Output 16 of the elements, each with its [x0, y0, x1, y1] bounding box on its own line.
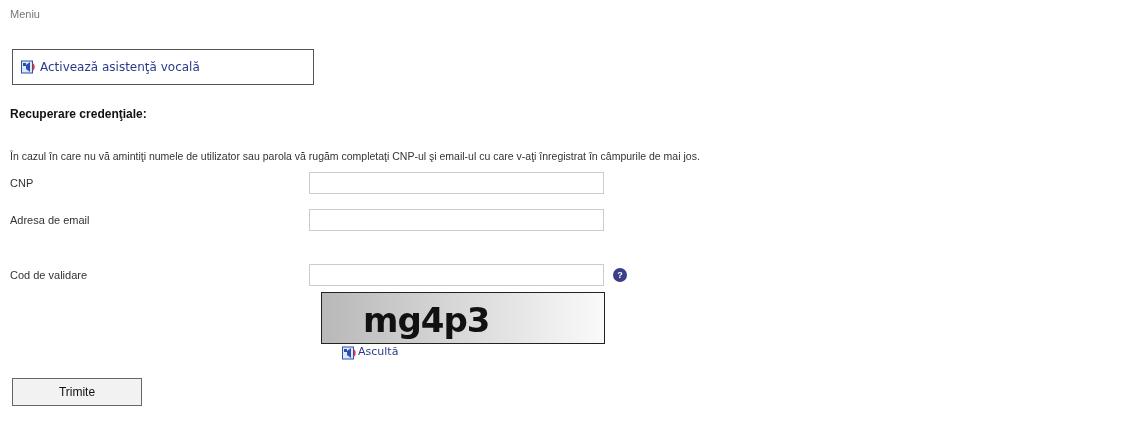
submit-button[interactable]: Trimite — [12, 378, 142, 406]
field-label: Cod de validare — [10, 268, 89, 283]
input-field[interactable] — [309, 209, 604, 232]
section-heading: Recuperare credenţiale: — [10, 105, 148, 123]
input-field[interactable] — [309, 172, 604, 195]
field-label: CNP — [10, 176, 35, 191]
captcha-image: mg4p3 — [321, 292, 605, 345]
instructions-text: În cazul în care nu vă amintiţi numele de utilizator sau parola vă rugăm completaţi CNP-ul şi email-ul cu care v-aţi înregistrat în câmpurile de mai jos. — [10, 148, 701, 164]
menu-link[interactable]: Meniu — [10, 6, 40, 23]
voice-assistance-button[interactable]: Activează asistenţă vocală — [12, 48, 314, 85]
input-field[interactable] — [309, 264, 604, 287]
field-label: Adresa de email — [10, 213, 91, 228]
help-icon[interactable]: ? — [613, 268, 627, 283]
listen-link[interactable]: Ascultă — [342, 344, 399, 361]
speaker-icon — [21, 59, 37, 74]
speaker-icon — [342, 345, 358, 360]
